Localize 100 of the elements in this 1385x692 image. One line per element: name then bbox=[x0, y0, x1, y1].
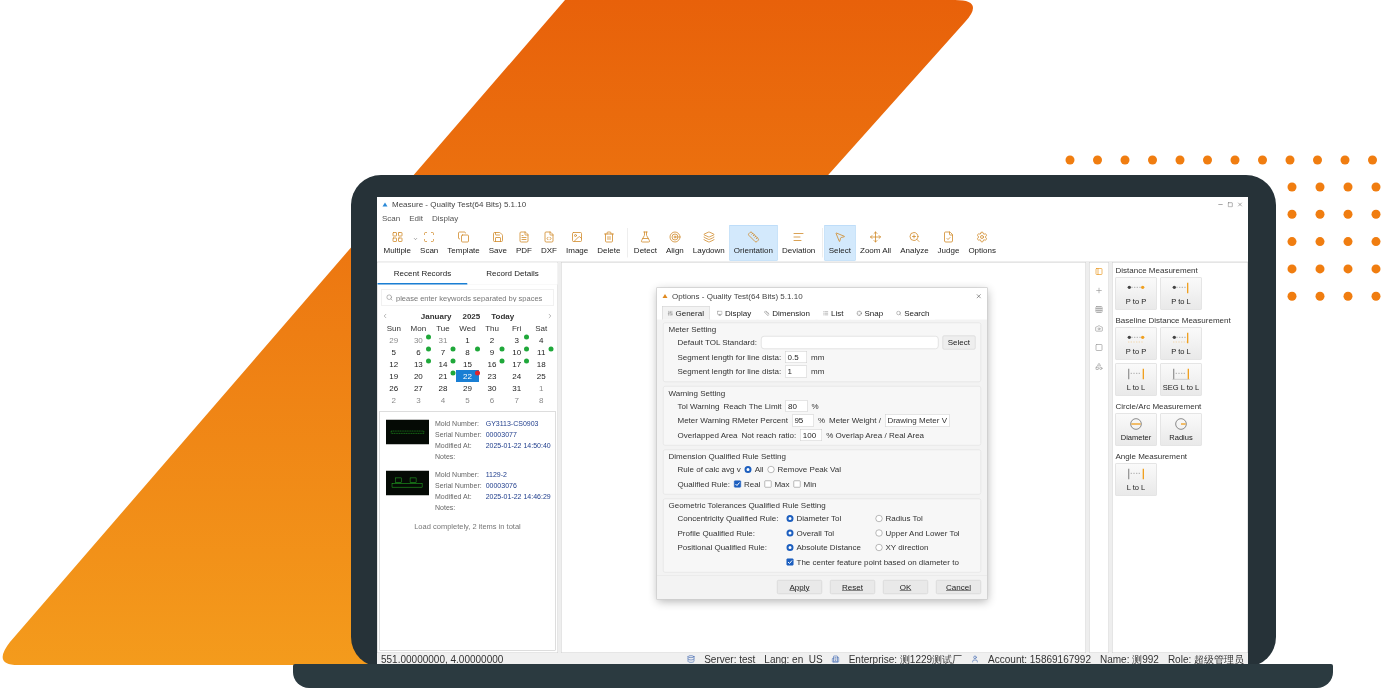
calendar-day[interactable]: 5 bbox=[382, 346, 406, 358]
toolbar-button[interactable]: PDF bbox=[511, 225, 537, 261]
weekday-label: Sat bbox=[534, 322, 549, 334]
line-to-line-icon bbox=[1126, 367, 1146, 380]
checkbox-option[interactable]: Real bbox=[734, 479, 761, 489]
dialog-button[interactable]: OK bbox=[883, 580, 928, 594]
calendar-day[interactable]: 30 bbox=[480, 382, 504, 394]
calendar-day[interactable]: 8 bbox=[456, 346, 479, 358]
select-button[interactable]: Select bbox=[942, 335, 976, 350]
toolbar-button[interactable]: Scan bbox=[415, 225, 443, 261]
toolbar-button[interactable]: Judge bbox=[933, 225, 964, 261]
calendar-day[interactable]: 5 bbox=[456, 394, 479, 406]
checkbox-option[interactable]: Min bbox=[793, 479, 817, 489]
calendar-day[interactable]: 14 bbox=[431, 358, 455, 370]
calendar-day[interactable]: 27 bbox=[406, 382, 430, 394]
calendar-day[interactable]: 18 bbox=[529, 358, 553, 370]
toolbar-button[interactable]: Zoom All bbox=[855, 225, 896, 261]
calendar-day[interactable]: 19 bbox=[382, 370, 406, 382]
radio-option[interactable]: XY direction bbox=[875, 542, 929, 552]
calendar-day[interactable]: 13 bbox=[406, 358, 430, 370]
toolbar-button[interactable]: Laydown bbox=[688, 225, 730, 261]
toolbar-button[interactable]: Select bbox=[824, 225, 856, 261]
calendar-day[interactable]: 12 bbox=[382, 358, 406, 370]
input-field[interactable] bbox=[760, 335, 939, 349]
panel-tab[interactable]: Record Details bbox=[467, 262, 558, 285]
calendar-day[interactable]: 4 bbox=[529, 334, 553, 346]
calendar-day[interactable]: 6 bbox=[406, 346, 430, 358]
calendar-day[interactable]: 3 bbox=[406, 394, 430, 406]
calendar-day[interactable]: 2 bbox=[480, 334, 504, 346]
calendar-day[interactable]: 15 bbox=[456, 358, 479, 370]
drawing-canvas[interactable] bbox=[561, 262, 1086, 653]
dialog-tab[interactable]: General bbox=[662, 306, 710, 320]
calendar-day[interactable]: 16 bbox=[480, 358, 504, 370]
input-field[interactable]: 100 bbox=[800, 428, 823, 441]
toolbar-button[interactable]: DXF bbox=[536, 225, 562, 261]
radio-option[interactable]: Radius Tol bbox=[875, 513, 923, 523]
toolbar-button[interactable]: Detect bbox=[629, 225, 662, 261]
input-field[interactable]: 95 bbox=[791, 414, 814, 427]
radio-option[interactable]: Absolute Distance bbox=[786, 542, 861, 552]
toolbar-button[interactable]: Delete bbox=[592, 225, 625, 261]
calendar-day[interactable]: 24 bbox=[505, 370, 529, 382]
radio-option[interactable]: Diameter Tol bbox=[786, 513, 842, 523]
toolbar-button[interactable]: Image bbox=[561, 225, 593, 261]
section-title: Circle/Arc Measurement bbox=[1115, 401, 1203, 411]
calendar-day[interactable]: 2 bbox=[382, 394, 406, 406]
toolbar-button[interactable]: Align bbox=[661, 225, 689, 261]
toolbar-button[interactable]: Save bbox=[484, 225, 512, 261]
radio-option[interactable]: Upper And Lower Tol bbox=[875, 528, 960, 538]
calendar-day[interactable]: 29 bbox=[456, 382, 479, 394]
radio-option[interactable]: All bbox=[744, 464, 764, 474]
toolbar-button[interactable]: Deviation bbox=[777, 225, 820, 261]
toolbar-button[interactable]: Orientation bbox=[729, 225, 778, 261]
calendar-day[interactable]: 30 bbox=[406, 334, 430, 346]
dialog-button[interactable]: Apply bbox=[777, 580, 822, 594]
part-thumbnail-drawing[interactable] bbox=[386, 419, 429, 445]
calendar-day[interactable]: 17 bbox=[505, 358, 529, 370]
toolbar-button[interactable]: Template bbox=[442, 225, 485, 261]
menu-item[interactable]: Display bbox=[432, 213, 459, 223]
toolbar-button[interactable]: Options bbox=[963, 225, 1001, 261]
radio-option[interactable]: Remove Peak Val bbox=[767, 464, 841, 474]
checkbox-option[interactable]: The center feature point based on diameter to bbox=[786, 557, 959, 567]
calendar-day[interactable]: 1 bbox=[456, 334, 479, 346]
calendar-day[interactable]: 7 bbox=[505, 394, 529, 406]
calendar-day[interactable]: 4 bbox=[431, 394, 455, 406]
calendar-day[interactable]: 6 bbox=[480, 394, 504, 406]
calendar-month[interactable]: January bbox=[420, 311, 452, 321]
calendar-day[interactable]: 9 bbox=[480, 346, 504, 358]
calendar-day[interactable]: 23 bbox=[480, 370, 504, 382]
today-link[interactable]: Today bbox=[491, 311, 515, 321]
toolbar-button[interactable]: Multiple bbox=[379, 225, 416, 261]
dialog-button[interactable]: Cancel bbox=[936, 580, 981, 594]
calendar-day[interactable]: 21 bbox=[431, 370, 455, 382]
input-field[interactable]: 1 bbox=[785, 365, 808, 378]
calendar-day[interactable]: 25 bbox=[529, 370, 553, 382]
calendar-day[interactable]: 8 bbox=[529, 394, 553, 406]
calendar-day[interactable]: 20 bbox=[406, 370, 430, 382]
calendar-day[interactable]: 22 bbox=[456, 370, 479, 382]
calendar-day[interactable]: 31 bbox=[431, 334, 455, 346]
menu-item[interactable]: Scan bbox=[382, 213, 401, 223]
calendar-day[interactable]: 28 bbox=[431, 382, 455, 394]
dropdown-field[interactable]: Drawing Meter V bbox=[884, 413, 950, 427]
calendar-day[interactable]: 29 bbox=[382, 334, 406, 346]
dialog-button[interactable]: Reset bbox=[830, 580, 875, 594]
calendar-day[interactable]: 26 bbox=[382, 382, 406, 394]
calendar-day[interactable]: 3 bbox=[505, 334, 529, 346]
calendar-day[interactable]: 11 bbox=[529, 346, 553, 358]
field-text: Reach The Limit bbox=[723, 401, 782, 411]
radio-option[interactable]: Overall Tol bbox=[786, 528, 835, 538]
menu-item[interactable]: Edit bbox=[409, 213, 423, 223]
calendar-day[interactable]: 1 bbox=[529, 382, 553, 394]
panel-tab[interactable]: Recent Records bbox=[377, 262, 468, 285]
calendar-year[interactable]: 2025 bbox=[462, 311, 481, 321]
toolbar-button[interactable]: Analyze bbox=[895, 225, 934, 261]
checkbox-option[interactable]: Max bbox=[764, 479, 790, 489]
calendar-day[interactable]: 10 bbox=[505, 346, 529, 358]
part-thumbnail-drawing[interactable] bbox=[386, 470, 429, 496]
input-field[interactable]: 80 bbox=[785, 399, 808, 412]
calendar-day[interactable]: 7 bbox=[431, 346, 455, 358]
input-field[interactable]: 0.5 bbox=[785, 350, 808, 363]
calendar-day[interactable]: 31 bbox=[505, 382, 529, 394]
